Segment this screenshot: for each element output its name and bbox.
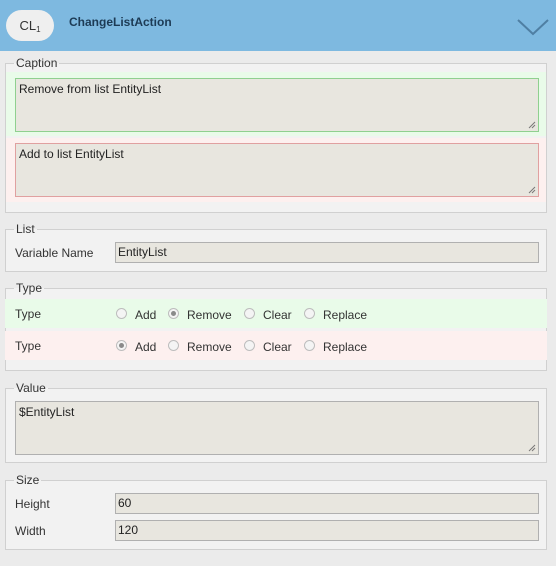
- header-bar: CL1 ChangeListAction: [0, 0, 556, 51]
- type-old-row: Type Add Remove Clear Replace: [5, 331, 547, 360]
- caption-new-text: Remove from list EntityList: [19, 82, 162, 96]
- radio-replace-label[interactable]: Replace: [323, 308, 367, 322]
- node-type-badge: CL1: [6, 10, 54, 41]
- list-legend: List: [16, 222, 35, 236]
- radio-add[interactable]: [116, 340, 127, 351]
- radio-clear[interactable]: [244, 340, 255, 351]
- resize-handle-icon[interactable]: [528, 121, 536, 129]
- caption-old-text: Add to list EntityList: [19, 147, 124, 161]
- radio-replace[interactable]: [304, 340, 315, 351]
- radio-replace[interactable]: [304, 308, 315, 319]
- badge-main-text: CL: [19, 18, 37, 33]
- badge-sub-text: 1: [36, 25, 41, 34]
- radio-remove[interactable]: [168, 340, 179, 351]
- radio-remove-label[interactable]: Remove: [187, 308, 232, 322]
- width-input[interactable]: 120: [115, 520, 539, 541]
- height-label: Height: [15, 497, 50, 511]
- caption-new-textarea[interactable]: Remove from list EntityList: [15, 78, 539, 132]
- resize-handle-icon[interactable]: [528, 444, 536, 452]
- radio-clear-label[interactable]: Clear: [263, 340, 292, 354]
- resize-handle-icon[interactable]: [528, 186, 536, 194]
- type-new-row: Type Add Remove Clear Replace: [5, 299, 547, 328]
- type-legend: Type: [16, 281, 43, 295]
- radio-add-label[interactable]: Add: [135, 308, 156, 322]
- variable-name-label: Variable Name: [15, 246, 94, 260]
- value-textarea[interactable]: $EntityList: [15, 401, 539, 455]
- variable-name-input[interactable]: EntityList: [115, 242, 539, 263]
- radio-clear[interactable]: [244, 308, 255, 319]
- radio-clear-label[interactable]: Clear: [263, 308, 292, 322]
- radio-remove-label[interactable]: Remove: [187, 340, 232, 354]
- caption-old-textarea[interactable]: Add to list EntityList: [15, 143, 539, 197]
- height-input[interactable]: 60: [115, 493, 539, 514]
- radio-add[interactable]: [116, 308, 127, 319]
- action-title: ChangeListAction: [69, 15, 172, 29]
- value-legend: Value: [16, 381, 46, 395]
- type-old-label: Type: [15, 339, 42, 353]
- width-label: Width: [15, 524, 46, 538]
- value-text: $EntityList: [19, 405, 75, 419]
- radio-remove[interactable]: [168, 308, 179, 319]
- caption-legend: Caption: [16, 56, 58, 70]
- size-legend: Size: [16, 473, 40, 487]
- type-new-label: Type: [15, 307, 42, 321]
- radio-replace-label[interactable]: Replace: [323, 340, 367, 354]
- radio-add-label[interactable]: Add: [135, 340, 156, 354]
- chevron-down-icon[interactable]: [516, 16, 550, 38]
